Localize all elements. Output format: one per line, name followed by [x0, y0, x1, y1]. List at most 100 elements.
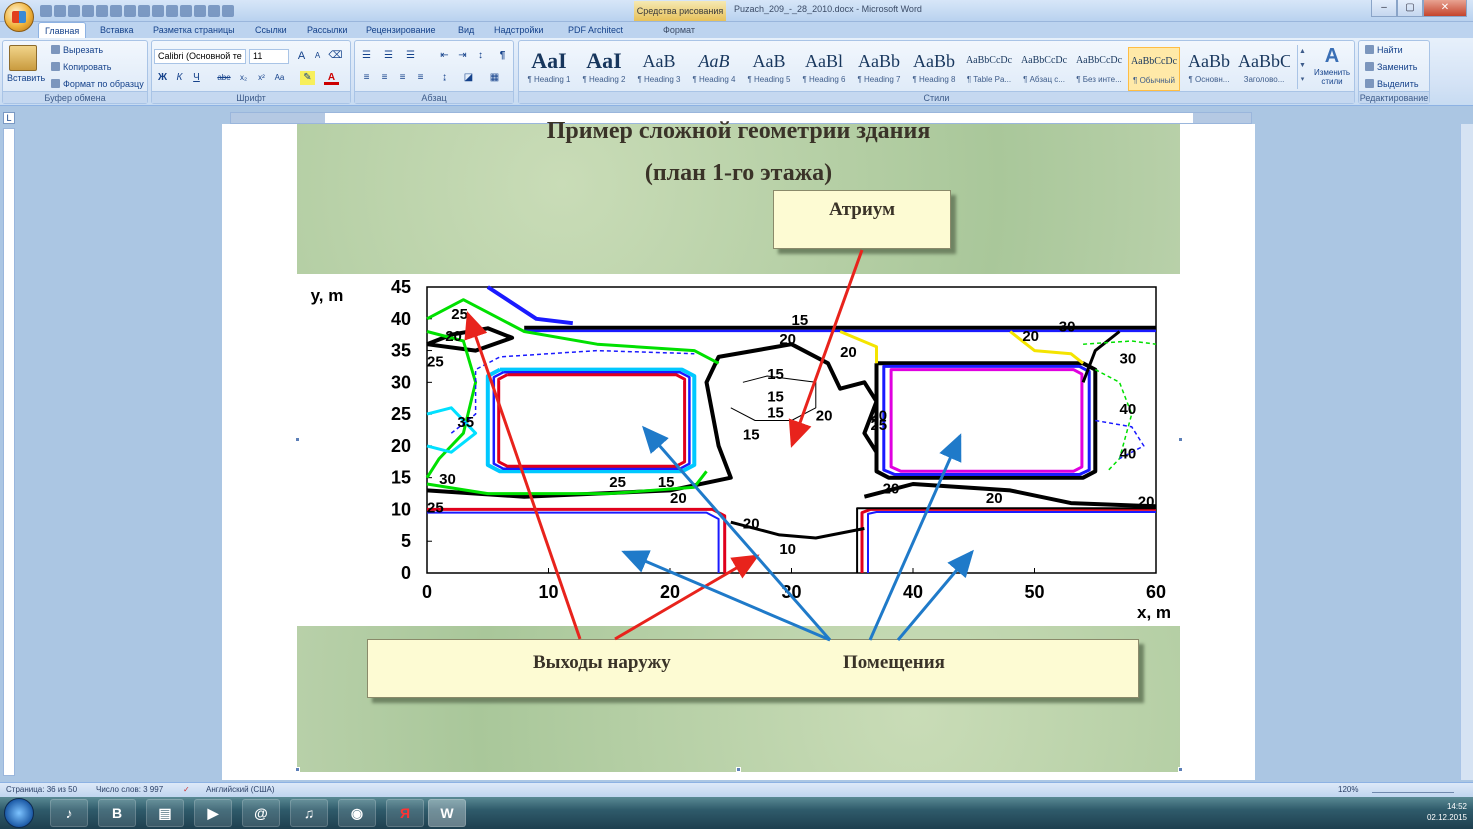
bullets-icon[interactable]: ☰ — [359, 49, 374, 63]
find-button[interactable]: Найти — [1365, 45, 1403, 55]
format-painter-button[interactable]: Формат по образцу — [51, 79, 144, 89]
grow-font-button[interactable]: A — [294, 49, 309, 63]
style-item[interactable]: AaB ¶ Heading 3 — [633, 47, 685, 91]
borders-icon[interactable]: ▦ — [487, 71, 502, 85]
taskbar-app-mail[interactable]: @ — [242, 799, 280, 827]
select-button[interactable]: Выделить — [1365, 79, 1419, 89]
selection-handle[interactable] — [736, 767, 741, 772]
taskbar-app-browser[interactable]: ◉ — [338, 799, 376, 827]
tab-mailings[interactable]: Рассылки — [301, 22, 353, 38]
vertical-ruler[interactable] — [3, 128, 15, 776]
numbering-icon[interactable]: ☰ — [381, 49, 396, 63]
font-size-combo[interactable]: 11 — [249, 49, 289, 64]
taskbar-app-media-player[interactable]: ♪ — [50, 799, 88, 827]
justify-icon[interactable]: ≡ — [413, 71, 428, 85]
document-page[interactable]: Пример сложной геометрии здания (план 1-… — [222, 118, 1255, 780]
style-item[interactable]: AaBb ¶ Heading 7 — [853, 47, 905, 91]
style-item[interactable]: AaBb ¶ Основн... — [1183, 47, 1235, 91]
paste-button[interactable]: Вставить — [7, 73, 45, 83]
style-item[interactable]: AaBbCcDc ¶ Обычный — [1128, 47, 1180, 91]
subscript-button[interactable]: x₂ — [236, 71, 251, 85]
style-item[interactable]: AaB ¶ Heading 5 — [743, 47, 795, 91]
style-item[interactable]: AaBbC Заголово... — [1238, 47, 1290, 91]
draw-icon[interactable] — [166, 5, 178, 17]
save-icon[interactable] — [40, 5, 52, 17]
taskbar-app-word[interactable]: W — [428, 799, 466, 827]
print-icon[interactable] — [82, 5, 94, 17]
decrease-indent-icon[interactable]: ⇤ — [437, 49, 452, 63]
tab-insert[interactable]: Вставка — [94, 22, 139, 38]
style-item[interactable]: AaB ¶ Heading 4 — [688, 47, 740, 91]
increase-indent-icon[interactable]: ⇥ — [455, 49, 470, 63]
style-item[interactable]: AaBbCcDc ¶ Без инте... — [1073, 47, 1125, 91]
shape-icon[interactable] — [180, 5, 192, 17]
align-right-icon[interactable]: ≡ — [395, 71, 410, 85]
word-count[interactable]: Число слов: 3 997 — [96, 785, 163, 794]
font-color-icon[interactable]: A — [324, 71, 339, 85]
new-doc-icon[interactable] — [124, 5, 136, 17]
show-marks-icon[interactable]: ¶ — [495, 49, 510, 63]
shading-icon[interactable]: ◪ — [461, 71, 476, 85]
multilevel-list-icon[interactable]: ☰ — [403, 49, 418, 63]
vertical-scrollbar[interactable] — [1460, 124, 1473, 780]
taskbar-app-explorer[interactable]: ▤ — [146, 799, 184, 827]
sort-icon[interactable]: ↕ — [473, 49, 488, 63]
style-item[interactable]: AaBbCcDc ¶ Table Pa... — [963, 47, 1015, 91]
open-icon[interactable] — [152, 5, 164, 17]
style-item[interactable]: AaI ¶ Heading 2 — [578, 47, 630, 91]
maximize-button[interactable]: ▢ — [1397, 0, 1423, 17]
copy-button[interactable]: Копировать — [51, 62, 111, 72]
tab-addins[interactable]: Надстройки — [488, 22, 549, 38]
line-icon[interactable] — [194, 5, 206, 17]
selection-handle[interactable] — [1178, 767, 1183, 772]
zoom-slider[interactable] — [1372, 785, 1454, 793]
arrow-icon[interactable] — [208, 5, 220, 17]
tab-review[interactable]: Рецензирование — [360, 22, 442, 38]
cut-button[interactable]: Вырезать — [51, 45, 103, 55]
office-button[interactable] — [4, 2, 34, 32]
taskbar-app-player[interactable]: ▶ — [194, 799, 232, 827]
selection-handle[interactable] — [1178, 437, 1183, 442]
strikethrough-button[interactable]: abe — [214, 71, 234, 85]
tab-page-layout[interactable]: Разметка страницы — [147, 22, 241, 38]
proofing-icon[interactable]: ✓ — [183, 785, 190, 794]
zoom-level[interactable]: 120% — [1338, 785, 1358, 794]
redo-icon[interactable] — [68, 5, 80, 17]
page-count[interactable]: Страница: 36 из 50 — [6, 785, 77, 794]
clear-format-icon[interactable]: ⌫ — [328, 49, 343, 63]
taskbar-app-vk[interactable]: В — [98, 799, 136, 827]
tab-format[interactable]: Формат — [657, 22, 701, 38]
replace-button[interactable]: Заменить — [1365, 62, 1417, 72]
style-item[interactable]: AaBbCcDc ¶ Абзац с... — [1018, 47, 1070, 91]
start-button[interactable] — [4, 798, 34, 828]
tab-pdf-architect[interactable]: PDF Architect — [562, 22, 629, 38]
shrink-font-button[interactable]: A — [310, 49, 325, 63]
selection-handle[interactable] — [295, 437, 300, 442]
paste-icon[interactable] — [9, 45, 37, 71]
style-item[interactable]: AaBl ¶ Heading 6 — [798, 47, 850, 91]
style-item[interactable]: AaI ¶ Heading 1 — [523, 47, 575, 91]
spellcheck-icon[interactable] — [96, 5, 108, 17]
align-left-icon[interactable]: ≡ — [359, 71, 374, 85]
selection-handle[interactable] — [295, 767, 300, 772]
superscript-button[interactable]: x² — [254, 71, 269, 85]
taskbar-app-yandex[interactable]: Я — [386, 799, 424, 827]
tab-references[interactable]: Ссылки — [249, 22, 293, 38]
bold-button[interactable]: Ж — [155, 71, 170, 85]
close-button[interactable]: ✕ — [1423, 0, 1467, 17]
language[interactable]: Английский (США) — [206, 785, 275, 794]
format-icon[interactable] — [222, 5, 234, 17]
table-icon[interactable] — [138, 5, 150, 17]
style-item[interactable]: AaBb ¶ Heading 8 — [908, 47, 960, 91]
underline-button[interactable]: Ч — [189, 71, 204, 85]
tab-home[interactable]: Главная — [38, 22, 87, 39]
undo-icon[interactable] — [54, 5, 66, 17]
tab-view[interactable]: Вид — [452, 22, 480, 38]
font-name-combo[interactable]: Calibri (Основной те — [154, 49, 246, 64]
change-case-button[interactable]: Aa — [272, 71, 287, 85]
change-styles-button[interactable]: A Изменить стили — [1311, 45, 1353, 86]
clock-time[interactable]: 14:52 — [1427, 801, 1467, 812]
paragraph-mark-icon[interactable] — [110, 5, 122, 17]
line-spacing-icon[interactable]: ↨ — [437, 71, 452, 85]
align-center-icon[interactable]: ≡ — [377, 71, 392, 85]
